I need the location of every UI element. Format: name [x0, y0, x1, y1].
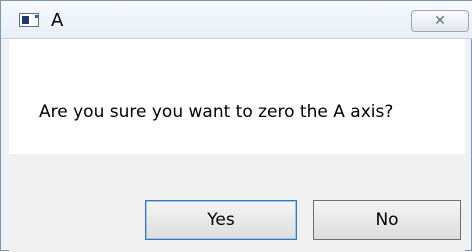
close-icon: ✕	[434, 13, 446, 29]
button-area: Yes No	[9, 154, 465, 252]
no-button[interactable]: No	[313, 200, 461, 240]
close-button[interactable]: ✕	[411, 10, 469, 32]
app-icon-dot	[35, 15, 38, 18]
confirmation-message: Are you sure you want to zero the A axis…	[39, 102, 394, 122]
yes-button[interactable]: Yes	[145, 200, 297, 240]
dialog-window: A ✕ Are you sure you want to zero the A …	[0, 0, 472, 252]
window-title: A	[51, 10, 64, 31]
title-bar[interactable]: A ✕	[1, 1, 472, 39]
dialog-content: Are you sure you want to zero the A axis…	[9, 39, 465, 252]
app-icon-block	[22, 16, 29, 24]
app-icon	[19, 13, 39, 27]
